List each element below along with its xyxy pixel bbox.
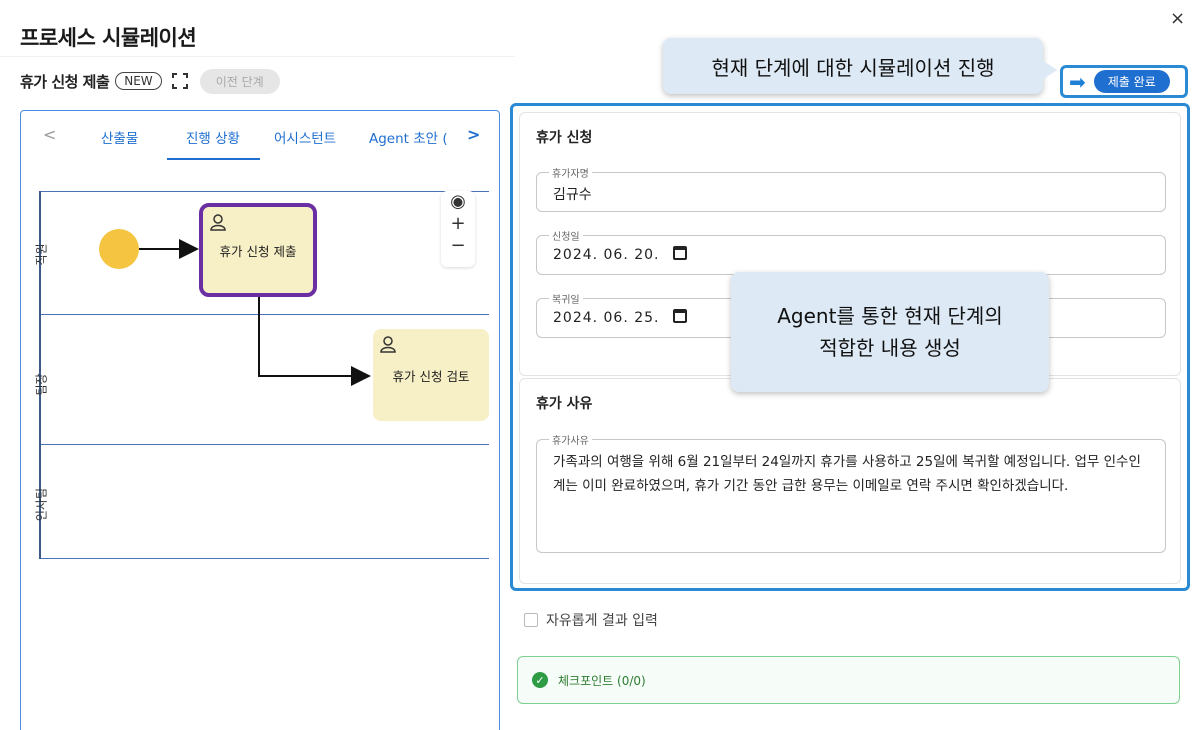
user-icon [209,213,227,235]
tab-bar: < 산출물 진행 상황 어시스턴트 Agent 초안 ( > [21,111,499,161]
reason-textarea[interactable]: 휴가사유 가족과의 여행을 위해 6월 21일부터 24일까지 휴가를 사용하고… [536,432,1166,553]
process-panel: < 산출물 진행 상황 어시스턴트 Agent 초안 ( > 직원 팀장 인사팀 [20,110,500,730]
submit-button[interactable]: 제출 완료 [1093,70,1170,93]
free-input-label: 자유롭게 결과 입력 [546,613,658,629]
bpmn-diagram[interactable]: 직원 팀장 인사팀 휴가 신청 제출 휴가 신청 검토 ◉ + − [19,191,489,559]
leave-reason-card: 휴가 사유 휴가사유 가족과의 여행을 위해 6월 21일부터 24일까지 휴가… [519,378,1181,584]
prev-step-button[interactable]: 이전 단계 [199,68,280,94]
title-divider [0,56,515,57]
task-submit-leave[interactable]: 휴가 신청 제출 [199,203,317,297]
zoom-out-icon[interactable]: − [441,235,475,257]
user-icon [379,335,397,357]
arrow-right-icon: ➡ [1069,69,1086,94]
close-icon[interactable]: × [1170,8,1185,29]
agent-tooltip-line1: Agent를 통한 현재 단계의 [777,304,1003,328]
start-event[interactable] [99,229,139,269]
check-circle-icon: ✓ [532,672,548,688]
zoom-controls: ◉ + − [441,191,475,267]
submit-highlight: ➡ 제출 완료 [1060,65,1188,98]
zoom-in-icon[interactable]: + [441,213,475,235]
free-input-checkbox[interactable] [524,613,538,627]
checkpoint-panel[interactable]: ✓ 체크포인트 (0/0) [517,656,1180,704]
fullscreen-icon[interactable] [171,73,188,89]
field-value: 2024. 06. 20. [553,247,660,263]
tab-agent-draft[interactable]: Agent 초안 ( [369,127,461,147]
field-label: 휴가사유 [549,432,592,447]
task-label: 휴가 신청 검토 [392,368,470,384]
simulation-tooltip: 현재 단계에 대한 시뮬레이션 진행 [663,38,1057,94]
free-input-option[interactable]: 자유롭게 결과 입력 [524,610,658,630]
task-label: 휴가 신청 제출 [219,243,297,259]
dialog-title: 프로세스 시뮬레이션 [20,26,197,50]
active-tab-indicator [167,158,260,160]
new-badge: NEW [115,72,162,90]
field-value: 김규수 [553,187,592,203]
calendar-icon[interactable] [673,246,687,260]
task-review-leave[interactable]: 휴가 신청 검토 [373,329,489,421]
apply-date-field[interactable]: 신청일 2024. 06. 20. [536,228,1166,275]
task-header: 휴가 신청 제출 NEW 이전 단계 [20,68,280,94]
reason-text: 가족과의 여행을 위해 6월 21일부터 24일까지 휴가를 사용하고 25일에… [553,454,1141,494]
chevron-left-icon[interactable]: < [43,125,56,144]
card-title: 휴가 신청 [536,130,593,146]
agent-tooltip: Agent를 통한 현재 단계의 적합한 내용 생성 [731,272,1049,392]
simulation-tooltip-text: 현재 단계에 대한 시뮬레이션 진행 [711,55,995,80]
tab-outputs[interactable]: 산출물 [101,127,138,147]
name-field[interactable]: 휴가자명 김규수 [536,165,1166,212]
field-value: 2024. 06. 25. [553,310,660,326]
tab-progress[interactable]: 진행 상황 [186,127,240,147]
locate-icon[interactable]: ◉ [441,191,475,213]
checkpoint-label: 체크포인트 (0/0) [558,673,646,688]
task-name: 휴가 신청 제출 [20,72,110,91]
calendar-icon[interactable] [673,309,687,323]
field-label: 신청일 [549,228,583,243]
card-title: 휴가 사유 [536,396,593,412]
field-label: 복귀일 [549,291,583,306]
chevron-right-icon[interactable]: > [467,125,480,144]
agent-tooltip-line2: 적합한 내용 생성 [819,336,961,360]
field-label: 휴가자명 [549,165,592,180]
tab-assistant[interactable]: 어시스턴트 [274,127,336,147]
